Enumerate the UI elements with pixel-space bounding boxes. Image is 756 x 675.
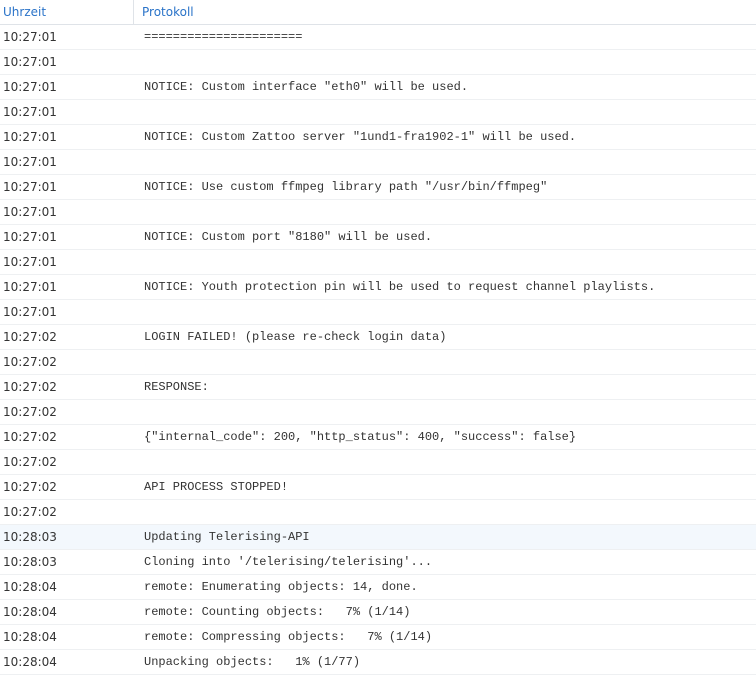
row-time: 10:27:01 — [3, 105, 57, 119]
table-row-highlighted[interactable]: 10:28:03 Updating Telerising-API — [0, 525, 756, 550]
row-time: 10:28:04 — [3, 580, 57, 594]
column-header-protocol[interactable]: Protokoll — [134, 0, 194, 24]
table-row[interactable]: 10:27:01 NOTICE: Custom port "8180" will … — [0, 225, 756, 250]
row-message: Cloning into '/telerising/telerising'... — [144, 555, 433, 569]
row-time: 10:28:04 — [3, 630, 57, 644]
row-time: 10:27:01 — [3, 30, 57, 44]
table-row[interactable]: 10:27:01 NOTICE: Custom Zattoo server "1u… — [0, 125, 756, 150]
row-time: 10:27:02 — [3, 330, 57, 344]
row-time: 10:27:01 — [3, 180, 57, 194]
table-row[interactable]: 10:27:01 — [0, 200, 756, 225]
row-time: 10:27:02 — [3, 405, 57, 419]
table-row[interactable]: 10:27:02 LOGIN FAILED! (please re-check l… — [0, 325, 756, 350]
row-time: 10:27:01 — [3, 255, 57, 269]
row-message: remote: Counting objects: 7% (1/14) — [144, 605, 411, 619]
row-message: {"internal_code": 200, "http_status": 40… — [144, 430, 577, 444]
column-header-time[interactable]: Uhrzeit — [0, 0, 134, 24]
table-row[interactable]: 10:28:04 remote: Enumerating objects: 14,… — [0, 575, 756, 600]
row-message: NOTICE: Custom interface "eth0" will be … — [144, 80, 469, 94]
row-time: 10:27:02 — [3, 480, 57, 494]
table-row[interactable]: 10:27:02 — [0, 450, 756, 475]
log-table: Uhrzeit Protokoll 10:27:01 ==============… — [0, 0, 756, 675]
row-time: 10:27:01 — [3, 230, 57, 244]
row-time: 10:27:01 — [3, 130, 57, 144]
row-message: Unpacking objects: 1% (1/77) — [144, 655, 361, 669]
row-time: 10:27:01 — [3, 205, 57, 219]
table-row[interactable]: 10:28:04 Unpacking objects: 1% (1/77) — [0, 650, 756, 675]
table-row[interactable]: 10:27:02 API PROCESS STOPPED! — [0, 475, 756, 500]
row-message: ====================== — [144, 30, 303, 44]
row-time: 10:27:02 — [3, 455, 57, 469]
row-time: 10:27:01 — [3, 155, 57, 169]
table-row[interactable]: 10:27:01 NOTICE: Youth protection pin wil… — [0, 275, 756, 300]
table-row[interactable]: 10:28:04 remote: Counting objects: 7% (1/… — [0, 600, 756, 625]
table-row[interactable]: 10:27:01 — [0, 50, 756, 75]
table-row[interactable]: 10:27:01 — [0, 100, 756, 125]
table-row[interactable]: 10:28:04 remote: Compressing objects: 7% … — [0, 625, 756, 650]
table-row[interactable]: 10:27:02 {"internal_code": 200, "http_sta… — [0, 425, 756, 450]
table-row[interactable]: 10:27:01 — [0, 300, 756, 325]
row-time: 10:27:02 — [3, 505, 57, 519]
row-time: 10:27:02 — [3, 355, 57, 369]
table-row[interactable]: 10:27:01 — [0, 150, 756, 175]
row-message: RESPONSE: — [144, 380, 209, 394]
row-message: API PROCESS STOPPED! — [144, 480, 289, 494]
table-row[interactable]: 10:27:02 RESPONSE: — [0, 375, 756, 400]
row-time: 10:27:02 — [3, 430, 57, 444]
row-message: LOGIN FAILED! (please re-check login dat… — [144, 330, 447, 344]
row-message: remote: Compressing objects: 7% (1/14) — [144, 630, 433, 644]
row-time: 10:27:01 — [3, 305, 57, 319]
table-row[interactable]: 10:27:02 — [0, 350, 756, 375]
row-time: 10:28:04 — [3, 605, 57, 619]
table-row[interactable]: 10:27:02 — [0, 400, 756, 425]
log-rows: 10:27:01 ====================== 10:27:01 … — [0, 25, 756, 675]
table-header: Uhrzeit Protokoll — [0, 0, 756, 25]
row-time: 10:28:03 — [3, 555, 57, 569]
row-time: 10:28:04 — [3, 655, 57, 669]
row-time: 10:27:02 — [3, 380, 57, 394]
row-time: 10:28:03 — [3, 530, 57, 544]
table-row[interactable]: 10:27:01 NOTICE: Custom interface "eth0" … — [0, 75, 756, 100]
row-message: NOTICE: Custom port "8180" will be used. — [144, 230, 433, 244]
row-message: Updating Telerising-API — [144, 530, 310, 544]
table-row[interactable]: 10:27:01 NOTICE: Use custom ffmpeg librar… — [0, 175, 756, 200]
table-row[interactable]: 10:27:02 — [0, 500, 756, 525]
row-time: 10:27:01 — [3, 80, 57, 94]
table-row[interactable]: 10:27:01 ====================== — [0, 25, 756, 50]
table-row[interactable]: 10:28:03 Cloning into '/telerising/teleri… — [0, 550, 756, 575]
row-message: NOTICE: Custom Zattoo server "1und1-fra1… — [144, 130, 577, 144]
row-time: 10:27:01 — [3, 55, 57, 69]
row-message: NOTICE: Use custom ffmpeg library path "… — [144, 180, 548, 194]
row-message: NOTICE: Youth protection pin will be use… — [144, 280, 656, 294]
row-time: 10:27:01 — [3, 280, 57, 294]
table-row[interactable]: 10:27:01 — [0, 250, 756, 275]
row-message: remote: Enumerating objects: 14, done. — [144, 580, 418, 594]
